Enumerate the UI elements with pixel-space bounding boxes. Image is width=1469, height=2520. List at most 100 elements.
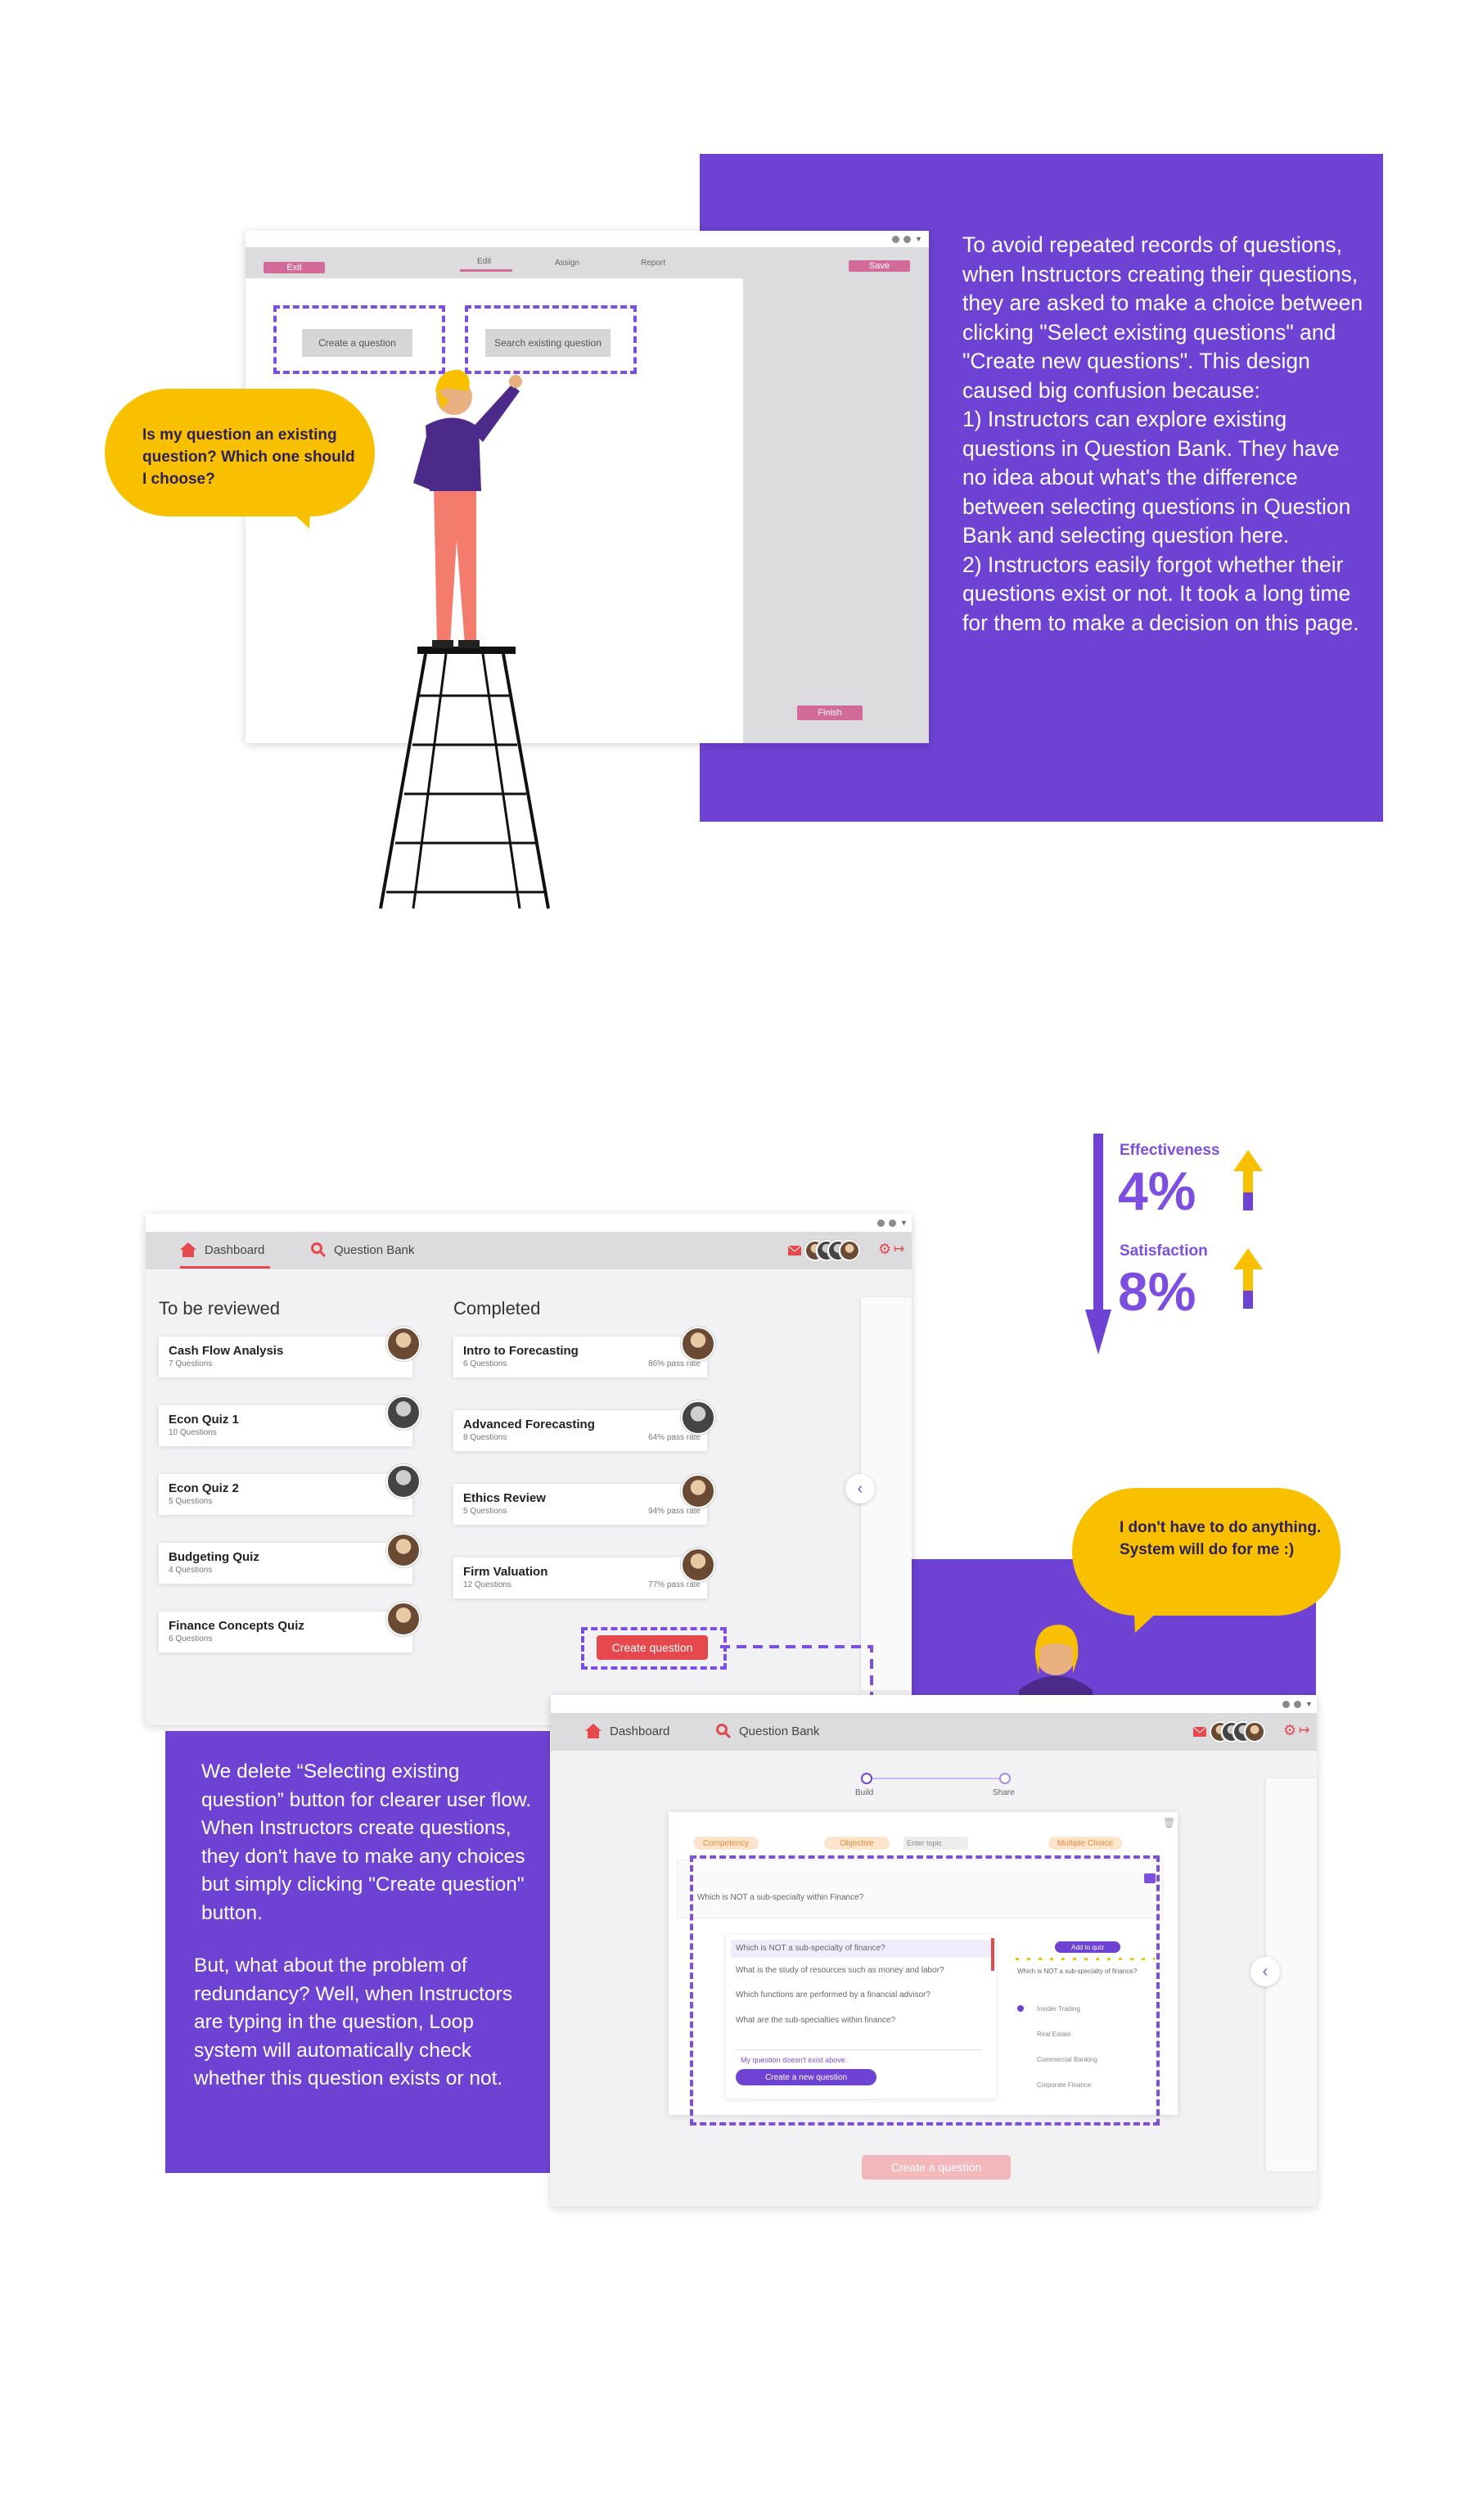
card-title: Intro to Forecasting bbox=[463, 1344, 579, 1358]
review-card[interactable]: Cash Flow Analysis 7 Questions bbox=[159, 1327, 421, 1377]
auto-check-highlight bbox=[690, 1855, 1160, 2126]
tab-assign[interactable]: Assign bbox=[555, 259, 579, 268]
card-sub: 5 Questions bbox=[463, 1507, 507, 1516]
to-review-heading: To be reviewed bbox=[159, 1298, 280, 1319]
card-sub: 6 Questions bbox=[169, 1634, 213, 1643]
window-dot-icon bbox=[889, 1219, 896, 1227]
avatar bbox=[386, 1327, 421, 1361]
avatar bbox=[386, 1395, 421, 1430]
card-sub: 4 Questions bbox=[169, 1566, 213, 1575]
satisfaction-label: Satisfaction bbox=[1120, 1242, 1208, 1260]
create-question-button[interactable]: Create a question bbox=[862, 2155, 1011, 2180]
tab-edit[interactable]: Edit bbox=[477, 257, 491, 266]
nav-question-bank[interactable]: Question Bank bbox=[311, 1242, 414, 1257]
card-sub: 12 Questions bbox=[463, 1580, 511, 1589]
pass-rate: 86% pass rate bbox=[648, 1359, 701, 1368]
dashboard-nav: Dashboard Question Bank ⚙ ↦ bbox=[146, 1232, 912, 1269]
search-icon bbox=[311, 1242, 326, 1257]
tab-report[interactable]: Report bbox=[641, 259, 665, 268]
nav-question-bank[interactable]: Question Bank bbox=[716, 1724, 819, 1738]
pass-rate: 64% pass rate bbox=[648, 1433, 701, 1442]
window-dot-icon bbox=[1294, 1701, 1301, 1708]
avatar bbox=[681, 1327, 715, 1361]
card-sub: 8 Questions bbox=[463, 1433, 507, 1442]
nav-dashboard-label: Dashboard bbox=[610, 1724, 670, 1738]
card-sub: 7 Questions bbox=[169, 1359, 213, 1368]
review-card[interactable]: Econ Quiz 1 10 Questions bbox=[159, 1395, 421, 1446]
logout-icon[interactable]: ↦ bbox=[894, 1241, 904, 1257]
nav-dashboard[interactable]: Dashboard bbox=[585, 1724, 669, 1738]
review-card[interactable]: Finance Concepts Quiz 6 Questions bbox=[159, 1602, 421, 1652]
card-title: Econ Quiz 2 bbox=[169, 1481, 239, 1495]
card-title: Firm Valuation bbox=[463, 1565, 548, 1579]
step-build-dot[interactable] bbox=[861, 1773, 872, 1784]
nav-question-bank-label: Question Bank bbox=[739, 1724, 820, 1738]
trash-icon[interactable]: 🗑 bbox=[1163, 1817, 1175, 1828]
tab-edit-underline bbox=[460, 269, 512, 272]
effectiveness-value: 4% bbox=[1118, 1161, 1196, 1221]
logout-icon[interactable]: ↦ bbox=[1299, 1722, 1309, 1738]
user-avatars[interactable] bbox=[804, 1240, 870, 1261]
nav-dashboard-label: Dashboard bbox=[205, 1242, 265, 1257]
completed-card[interactable]: Advanced Forecasting 8 Questions 64% pas… bbox=[453, 1400, 715, 1451]
pass-rate: 77% pass rate bbox=[648, 1580, 701, 1589]
review-card[interactable]: Budgeting Quiz 4 Questions bbox=[159, 1533, 421, 1584]
confusion-bubble-text: Is my question an existing question? Whi… bbox=[142, 426, 355, 488]
bubble-tail-icon bbox=[1133, 1596, 1174, 1633]
search-icon bbox=[716, 1724, 731, 1738]
gear-icon[interactable]: ⚙ bbox=[1283, 1722, 1296, 1739]
card-title: Budgeting Quiz bbox=[169, 1550, 259, 1564]
window-dot-icon bbox=[892, 236, 899, 243]
up-arrow-icon bbox=[1233, 1150, 1263, 1210]
avatar bbox=[681, 1548, 715, 1582]
avatar bbox=[386, 1533, 421, 1567]
gear-icon[interactable]: ⚙ bbox=[878, 1241, 891, 1258]
topic-input[interactable]: Enter topic bbox=[903, 1837, 968, 1850]
mail-icon[interactable] bbox=[788, 1246, 801, 1255]
card-title: Finance Concepts Quiz bbox=[169, 1619, 304, 1633]
card-sub: 5 Questions bbox=[169, 1497, 213, 1506]
user-avatars[interactable] bbox=[1210, 1721, 1275, 1742]
question-type-tag[interactable]: Multiple Choice bbox=[1048, 1837, 1122, 1850]
down-arrow-icon bbox=[1085, 1134, 1111, 1355]
create-question-button[interactable]: Create question bbox=[597, 1635, 708, 1660]
editor-toolbar: Exit Edit Assign Report Save bbox=[246, 247, 929, 278]
chevron-down-icon: ▼ bbox=[900, 1219, 908, 1227]
bubble-tail-icon bbox=[270, 491, 311, 529]
solution-text-2: But, what about the problem of redundanc… bbox=[194, 1954, 513, 2089]
solution-text-1: We delete “Selecting existing question” … bbox=[201, 1760, 532, 1924]
review-card[interactable]: Econ Quiz 2 5 Questions bbox=[159, 1464, 421, 1515]
card-title: Ethics Review bbox=[463, 1491, 546, 1505]
chevron-down-icon: ▼ bbox=[915, 235, 922, 243]
save-button[interactable]: Save bbox=[849, 260, 910, 272]
exit-button[interactable]: Exit bbox=[264, 262, 325, 273]
nav-dashboard-underline bbox=[180, 1266, 270, 1269]
objective-tag[interactable]: Objective bbox=[824, 1837, 890, 1850]
collapse-button[interactable]: ‹ bbox=[1250, 1957, 1280, 1986]
step-share-label: Share bbox=[993, 1788, 1015, 1797]
mail-icon[interactable] bbox=[1193, 1727, 1206, 1737]
avatar bbox=[681, 1400, 715, 1435]
card-sub: 6 Questions bbox=[463, 1359, 507, 1368]
window-dot-icon bbox=[877, 1219, 885, 1227]
step-share-dot[interactable] bbox=[999, 1773, 1011, 1784]
nav-dashboard[interactable]: Dashboard bbox=[180, 1242, 264, 1257]
completed-heading: Completed bbox=[453, 1298, 541, 1319]
builder-window: ▼ Dashboard Question Bank ⚙ ↦ Build Shar… bbox=[551, 1695, 1317, 2207]
home-icon bbox=[585, 1724, 602, 1738]
problem-description: To avoid repeated records of questions, … bbox=[962, 232, 1363, 635]
builder-nav: Dashboard Question Bank ⚙ ↦ bbox=[551, 1713, 1317, 1751]
finish-button[interactable]: Finish bbox=[797, 706, 863, 720]
competency-tag[interactable]: Competency bbox=[693, 1837, 759, 1850]
collapse-button[interactable]: ‹ bbox=[845, 1474, 875, 1503]
pass-rate: 94% pass rate bbox=[648, 1507, 701, 1516]
step-build-label: Build bbox=[855, 1788, 874, 1797]
completed-card[interactable]: Ethics Review 5 Questions 94% pass rate bbox=[453, 1474, 715, 1525]
person-on-ladder-illustration bbox=[379, 369, 550, 909]
card-title: Econ Quiz 1 bbox=[169, 1413, 239, 1427]
relief-bubble-text: I don't have to do anything. System will… bbox=[1120, 1519, 1322, 1558]
completed-card[interactable]: Firm Valuation 12 Questions 77% pass rat… bbox=[453, 1548, 715, 1598]
avatar bbox=[386, 1602, 421, 1636]
completed-card[interactable]: Intro to Forecasting 6 Questions 86% pas… bbox=[453, 1327, 715, 1377]
card-title: Advanced Forecasting bbox=[463, 1418, 595, 1431]
